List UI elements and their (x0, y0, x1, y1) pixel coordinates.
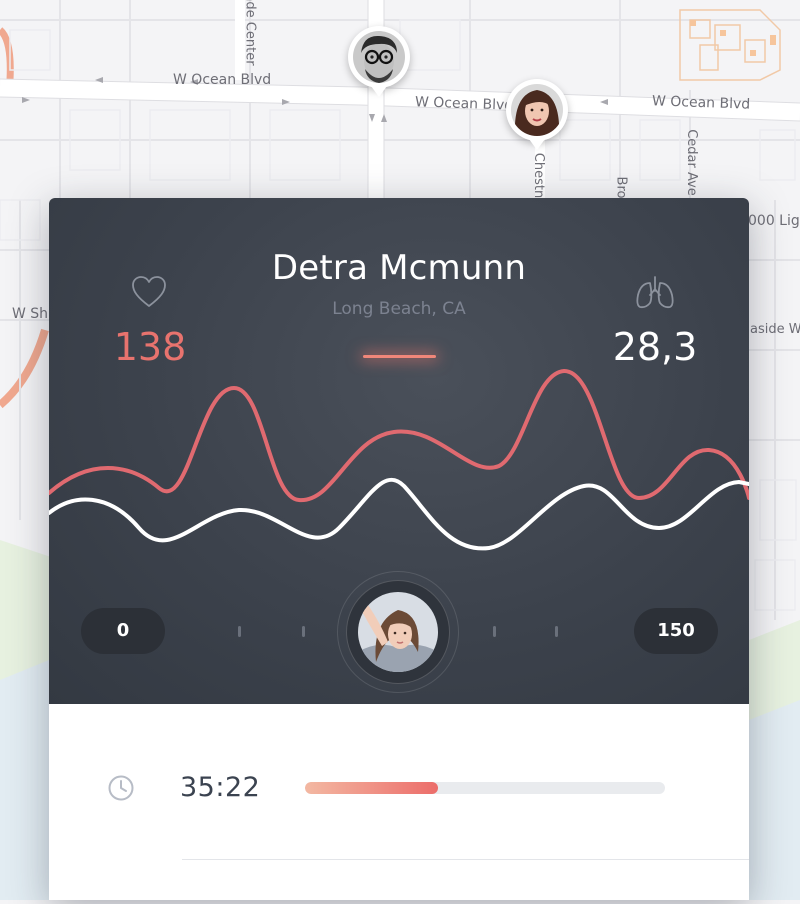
range-tick (493, 626, 496, 637)
session-panel: 35:22 (49, 704, 749, 900)
street-label-chestnut: Chestn (531, 152, 547, 199)
street-label-seaside: aside W (750, 322, 800, 337)
user-avatar-woman-photo-icon (358, 592, 438, 672)
range-tick (555, 626, 558, 637)
range-max-pill[interactable]: 150 (634, 608, 718, 654)
street-label-broad: Bro (613, 176, 629, 199)
street-label-ocean-right: W Ocean Blvd (651, 93, 751, 113)
section-divider (182, 859, 749, 860)
street-label-ocean-mid: W Ocean Blvd (414, 94, 514, 114)
user-location: Long Beach, CA (332, 299, 466, 319)
street-label-center: ade Center (242, 0, 258, 66)
breathing-wave (49, 477, 749, 551)
street-label-ocean-left: W Ocean Blvd (173, 72, 272, 88)
range-tick (302, 626, 305, 637)
session-progress-bar[interactable] (305, 782, 665, 794)
clock-icon (108, 775, 134, 801)
user-avatar-man-glasses-icon (353, 31, 405, 83)
vitals-waveform (49, 368, 749, 551)
vitals-panel: 138 28,3 Detra Mcmunn Long Beach, CA 0 1… (49, 198, 749, 704)
street-label-cedar: Cedar Ave (683, 129, 699, 196)
map-pin-user-man[interactable] (348, 26, 410, 97)
user-health-card: 138 28,3 Detra Mcmunn Long Beach, CA 0 1… (49, 198, 749, 900)
street-label-light: 000 Ligh (748, 213, 800, 229)
session-time: 35:22 (180, 772, 261, 803)
user-name: Detra Mcmunn (271, 248, 527, 288)
range-min-pill[interactable]: 0 (81, 608, 165, 654)
user-avatar[interactable] (358, 592, 438, 672)
user-avatar-woman-icon (511, 84, 563, 136)
map-pin-user-woman[interactable] (506, 79, 568, 150)
range-tick (238, 626, 241, 637)
session-progress-fill (305, 782, 439, 794)
street-label-west: W Sh (12, 306, 49, 322)
